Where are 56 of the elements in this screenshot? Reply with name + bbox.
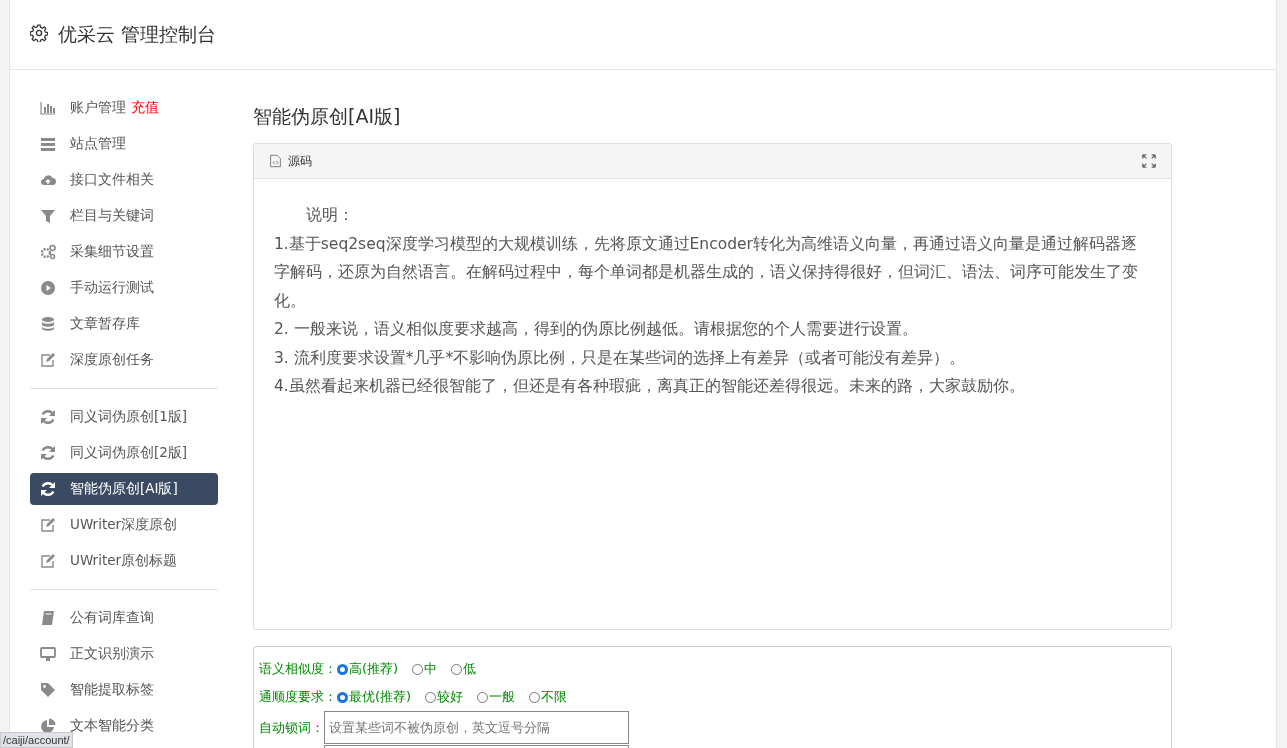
option-label: 语义相似度： (259, 660, 337, 678)
radio-option[interactable]: 最优(推荐) (337, 688, 412, 706)
edit-icon (40, 517, 56, 533)
status-url: /caiji/account/ (0, 732, 73, 748)
radio-option[interactable]: 不限 (529, 688, 568, 706)
sidebar-item[interactable]: 接口文件相关 (30, 164, 218, 196)
pie-chart-icon (40, 718, 56, 734)
sidebar-item[interactable]: 手动运行测试 (30, 272, 218, 304)
edit-icon (40, 352, 56, 368)
radio-option[interactable]: 较好 (425, 688, 464, 706)
sidebar-item[interactable]: 智能提取标签 (30, 674, 218, 706)
paragraph: 2. 一般来说，语义相似度要求越高，得到的伪原比例越低。请根据您的个人需要进行设置。 (274, 319, 919, 340)
sidebar-item[interactable]: 公有词库查询 (30, 602, 218, 634)
server-icon (40, 136, 56, 152)
radio-option[interactable]: 一般 (477, 688, 516, 706)
radio-option[interactable]: 中 (412, 660, 438, 678)
settings-icon (30, 23, 48, 42)
fullscreen-icon[interactable] (1142, 154, 1156, 168)
sidebar-item[interactable]: UWriter深度原创 (30, 509, 218, 541)
sidebar-item[interactable]: 智能伪原创[AI版] (30, 473, 218, 505)
paragraph: 3. 流利度要求设置*几乎*不影响伪原比例，只是在某些词的选择上有差异（或者可能没有差异）。 (274, 347, 967, 369)
database-icon (40, 316, 56, 332)
refresh-icon (40, 481, 56, 497)
book-icon (40, 610, 56, 626)
refresh-icon (40, 445, 56, 461)
paragraph: 说明： (305, 205, 355, 226)
lock-words-field[interactable]: 设置某些词不被伪原创，英文逗号分隔 (324, 711, 629, 744)
code-file-icon (269, 154, 282, 168)
radio-option[interactable]: 高(推荐) (337, 660, 399, 678)
paragraph: 4.虽然看起来机器已经很智能了，但还是有各种瑕疵，离真正的智能还差得很远。未来的路，大家鼓励你。 (274, 376, 1026, 397)
refresh-icon (40, 409, 56, 425)
sidebar-item[interactable]: 同义词伪原创[1版] (30, 401, 218, 433)
sidebar-item[interactable]: 站点管理 (30, 128, 218, 160)
sidebar-item[interactable]: 采集细节设置 (30, 236, 218, 268)
play-icon (40, 280, 56, 296)
page-title: 智能伪原创[AI版] (253, 104, 402, 129)
sidebar-item[interactable]: 正文识别演示 (30, 638, 218, 670)
sidebar-item[interactable]: 同义词伪原创[2版] (30, 437, 218, 469)
edit-icon (40, 553, 56, 569)
paragraph: 1.基于seq2seq深度学习模型的大规模训练，先将原文通过Encoder转化为高维语义向量，再通过语义向量是通过解码器逐字解码，还原为自然语言。在解码过程中，每个单词都是机器生成的，语义保持得很好，但词汇、语法、词序可能发生了变化。 (274, 233, 1139, 312)
option-label: 通顺度要求： (259, 688, 337, 706)
sidebar-item[interactable]: 深度原创任务 (30, 344, 218, 376)
sidebar-item[interactable]: 账户管理 充值 (30, 92, 218, 124)
sidebar-item[interactable]: UWriter原创标题 (30, 545, 218, 577)
monitor-icon (40, 646, 56, 662)
tag-icon (40, 682, 56, 698)
cloud-upload-icon (40, 172, 56, 188)
app-title: 优采云 管理控制台 (58, 21, 217, 47)
field-label: 自动锁词： (259, 719, 324, 737)
sidebar-item[interactable]: 栏目与关键词 (30, 200, 218, 232)
sidebar-item[interactable]: 文章暂存库 (30, 308, 218, 340)
filter-icon (40, 208, 56, 224)
source-tab[interactable]: 源码 (269, 152, 312, 170)
gears-icon (40, 244, 56, 260)
bar-chart-icon (40, 100, 56, 116)
radio-option[interactable]: 低 (451, 660, 477, 678)
